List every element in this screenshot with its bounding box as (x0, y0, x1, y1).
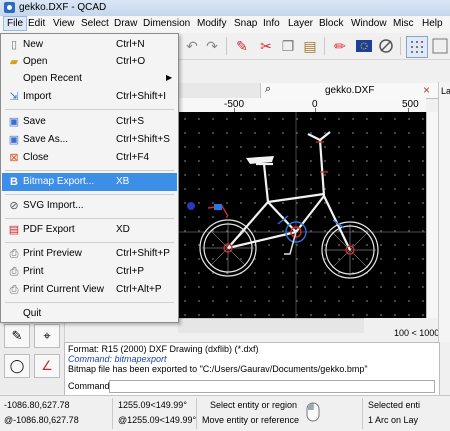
menu-snap[interactable]: Snap (232, 18, 259, 29)
menu-item-open-recent[interactable]: Open Recent ▶ (2, 70, 177, 88)
menu-item-import[interactable]: ⇲ Import Ctrl+Shift+I (2, 88, 177, 106)
menu-item-pdf-export[interactable]: ▤ PDF Export XD (2, 221, 177, 239)
selected-entity-value: 1 Arc on Lay (368, 415, 419, 425)
print-view-icon: ⎙ (9, 284, 19, 296)
selected-entity-label: Selected enti (368, 400, 421, 410)
qcad-app-icon (4, 2, 15, 13)
menu-block[interactable]: Block (317, 18, 345, 29)
save-icon: ▣ (8, 116, 20, 128)
snap-tool-icon[interactable]: ⌖ (34, 324, 60, 348)
menu-select[interactable]: Select (79, 18, 111, 29)
horizontal-ruler: -500 0 500 (178, 98, 426, 113)
menu-modify[interactable]: Modify (195, 18, 228, 29)
search-icon: ⌕ (265, 83, 272, 95)
cut-icon[interactable]: ✂ (256, 36, 276, 56)
command-history-line: Format: R15 (2000) DXF Drawing (dxflib) … (68, 344, 259, 354)
menu-item-quit[interactable]: Quit (2, 305, 177, 323)
command-history-line: Command: bitmapexport (68, 354, 167, 364)
menu-item-print[interactable]: ⎙ Print Ctrl+P (2, 263, 177, 281)
horizontal-scrollbar[interactable] (178, 318, 364, 333)
redo-icon[interactable]: ↷ (202, 36, 222, 56)
draw-tool-icon[interactable]: ✎ (4, 324, 30, 348)
open-folder-icon: ▰ (9, 56, 19, 68)
close-icon[interactable]: × (423, 83, 430, 97)
bitmap-icon: B (10, 176, 18, 188)
drawing-canvas[interactable] (178, 112, 426, 318)
menu-dimension[interactable]: Dimension (141, 18, 192, 29)
pencil-icon[interactable]: ✎ (232, 36, 252, 56)
tab-gekko-dxf[interactable]: ⌕ gekko.DXF × (260, 83, 439, 98)
menu-view[interactable]: View (51, 18, 77, 29)
mouse-left-hint: Select entity or region (210, 400, 298, 410)
menu-item-new[interactable]: ▯ New Ctrl+N (2, 36, 177, 54)
relative-polar-coordinate: @1255.09<149.99° (118, 415, 197, 425)
menu-info[interactable]: Info (261, 18, 282, 29)
left-tool-panel: ✎ ⌖ ◯ ∠ (0, 322, 65, 394)
angle-tool-icon[interactable]: ∠ (34, 354, 60, 378)
mouse-icon (306, 402, 320, 425)
document-tab-strip: ⌕ gekko.DXF × (178, 83, 439, 99)
paste-icon[interactable]: ▤ (300, 36, 320, 56)
toolbar-more-icon[interactable] (430, 36, 450, 56)
tab-title: gekko.DXF (325, 85, 375, 96)
undo-icon[interactable]: ↶ (182, 36, 202, 56)
svg-icon: ⊘ (9, 200, 19, 212)
menu-bar: File Edit View Select Draw Dimension Mod… (0, 16, 450, 34)
save-as-icon: ▣ (8, 134, 20, 146)
pdf-icon: ▤ (8, 224, 20, 236)
new-file-icon: ▯ (10, 39, 18, 51)
print-icon: ⎙ (9, 266, 19, 278)
command-prompt-label: Command: (68, 381, 113, 391)
no-entry-icon[interactable] (376, 36, 396, 56)
right-dock[interactable]: La (438, 82, 450, 342)
status-bar: -1086.80,627.78 @-1086.80,627.78 1255.09… (0, 395, 450, 431)
menu-item-save[interactable]: ▣ Save Ctrl+S (2, 113, 177, 131)
print-preview-icon: ⎙ (9, 248, 19, 260)
menu-item-save-as[interactable]: ▣ Save As... Ctrl+Shift+S (2, 131, 177, 149)
menu-misc[interactable]: Misc (391, 18, 416, 29)
absolute-coordinate: -1086.80,627.78 (4, 400, 70, 410)
draw-line-icon[interactable]: ✏ (330, 36, 350, 56)
command-history-line: Bitmap file has been exported to "C:/Use… (68, 364, 368, 374)
dock-tab-label: La (441, 86, 450, 96)
close-file-icon: ⊠ (9, 152, 19, 164)
menu-item-print-preview[interactable]: ⎙ Print Preview Ctrl+Shift+P (2, 245, 177, 263)
menu-window[interactable]: Window (349, 18, 389, 29)
menu-edit[interactable]: Edit (26, 18, 47, 29)
import-icon: ⇲ (9, 91, 19, 103)
title-bar: gekko.DXF - QCAD (0, 0, 450, 17)
menu-layer[interactable]: Layer (286, 18, 315, 29)
zoom-indicator: 100 < 1000 (394, 328, 440, 338)
menu-item-open[interactable]: ▰ Open Ctrl+O (2, 53, 177, 71)
submenu-arrow-icon: ▶ (166, 73, 173, 82)
menu-item-svg-import[interactable]: ⊘ SVG Import... (2, 197, 177, 215)
main-toolbar: ↶ ↷ ✎ ✂ ❐ ▤ ✏ (178, 33, 450, 60)
menu-item-print-current-view[interactable]: ⎙ Print Current View Ctrl+Alt+P (2, 281, 177, 299)
polar-coordinate: 1255.09<149.99° (118, 400, 187, 410)
relative-coordinate: @-1086.80,627.78 (4, 415, 79, 425)
ruler-label: 500 (402, 99, 419, 110)
menu-draw[interactable]: Draw (112, 18, 139, 29)
copy-icon[interactable]: ❐ (278, 36, 298, 56)
menu-help[interactable]: Help (420, 18, 445, 29)
window-title: gekko.DXF - QCAD (19, 2, 107, 13)
eu-flag-icon[interactable] (354, 36, 374, 56)
mouse-right-hint: Move entity or reference (202, 415, 300, 425)
menu-item-close[interactable]: ⊠ Close Ctrl+F4 (2, 149, 177, 167)
grid-icon[interactable] (406, 36, 428, 58)
file-menu-dropdown: ▯ New Ctrl+N ▰ Open Ctrl+O Open Recent ▶… (0, 33, 179, 323)
menu-item-bitmap-export[interactable]: B Bitmap Export... XB (2, 173, 177, 191)
circle-tool-icon[interactable]: ◯ (4, 354, 30, 378)
command-line-panel: Format: R15 (2000) DXF Drawing (dxflib) … (64, 342, 440, 396)
command-input[interactable] (109, 380, 435, 393)
menu-file[interactable]: File (3, 16, 28, 31)
bicycle-drawing (178, 112, 426, 318)
